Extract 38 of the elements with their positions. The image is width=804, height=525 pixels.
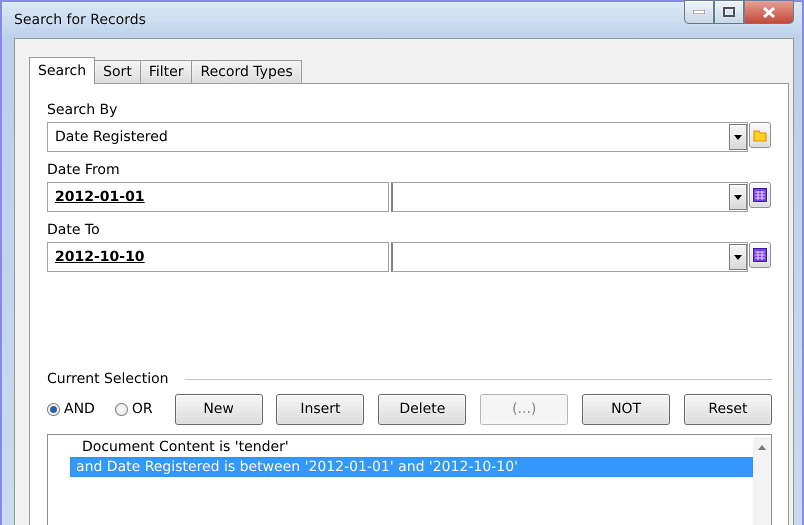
close-icon <box>762 6 776 18</box>
field-label: Date From <box>47 161 121 180</box>
calendar-button[interactable] <box>749 242 771 268</box>
radio-option[interactable]: OR <box>114 401 153 417</box>
maximize-button[interactable] <box>714 0 744 24</box>
action-button[interactable]: NOT <box>582 394 670 424</box>
dropdown-button[interactable] <box>729 244 747 270</box>
field-label: Date To <box>47 221 101 240</box>
tab[interactable]: Search <box>29 57 96 84</box>
minimize-icon <box>693 10 705 14</box>
field-label: Search By <box>47 101 118 120</box>
group-label: Current Selection <box>47 370 169 389</box>
calendar-icon <box>753 188 767 202</box>
caret-icon <box>734 254 742 260</box>
dropdown-button[interactable] <box>729 184 747 210</box>
calendar-icon <box>753 248 767 262</box>
tab[interactable]: Filter <box>140 60 192 83</box>
scroll-up-icon[interactable] <box>758 445 766 450</box>
action-button[interactable]: Reset <box>684 394 772 424</box>
minimize-button[interactable] <box>684 0 714 24</box>
list-item[interactable]: Document Content is 'tender' <box>76 437 753 457</box>
caret-icon <box>734 134 742 140</box>
tab[interactable]: Sort <box>94 60 141 83</box>
tab[interactable]: Record Types <box>191 60 302 83</box>
action-button[interactable]: Delete <box>378 394 466 424</box>
radio-option[interactable]: AND <box>47 401 95 417</box>
maximize-icon <box>723 7 735 17</box>
date-input-field[interactable]: 2012-10-10 <box>47 242 389 272</box>
action-button[interactable]: New <box>174 394 263 424</box>
dropdown-button[interactable] <box>729 124 747 150</box>
action-button[interactable]: Insert <box>276 394 364 424</box>
calendar-button[interactable] <box>749 182 771 208</box>
close-button[interactable] <box>744 0 794 24</box>
caret-icon <box>734 194 742 200</box>
date-input-field[interactable]: 2012-01-01 <box>47 182 389 212</box>
search-by-dropdown[interactable]: Date Registered <box>47 122 748 152</box>
folder-icon <box>753 128 767 142</box>
window-title: Search for Records <box>14 12 146 28</box>
